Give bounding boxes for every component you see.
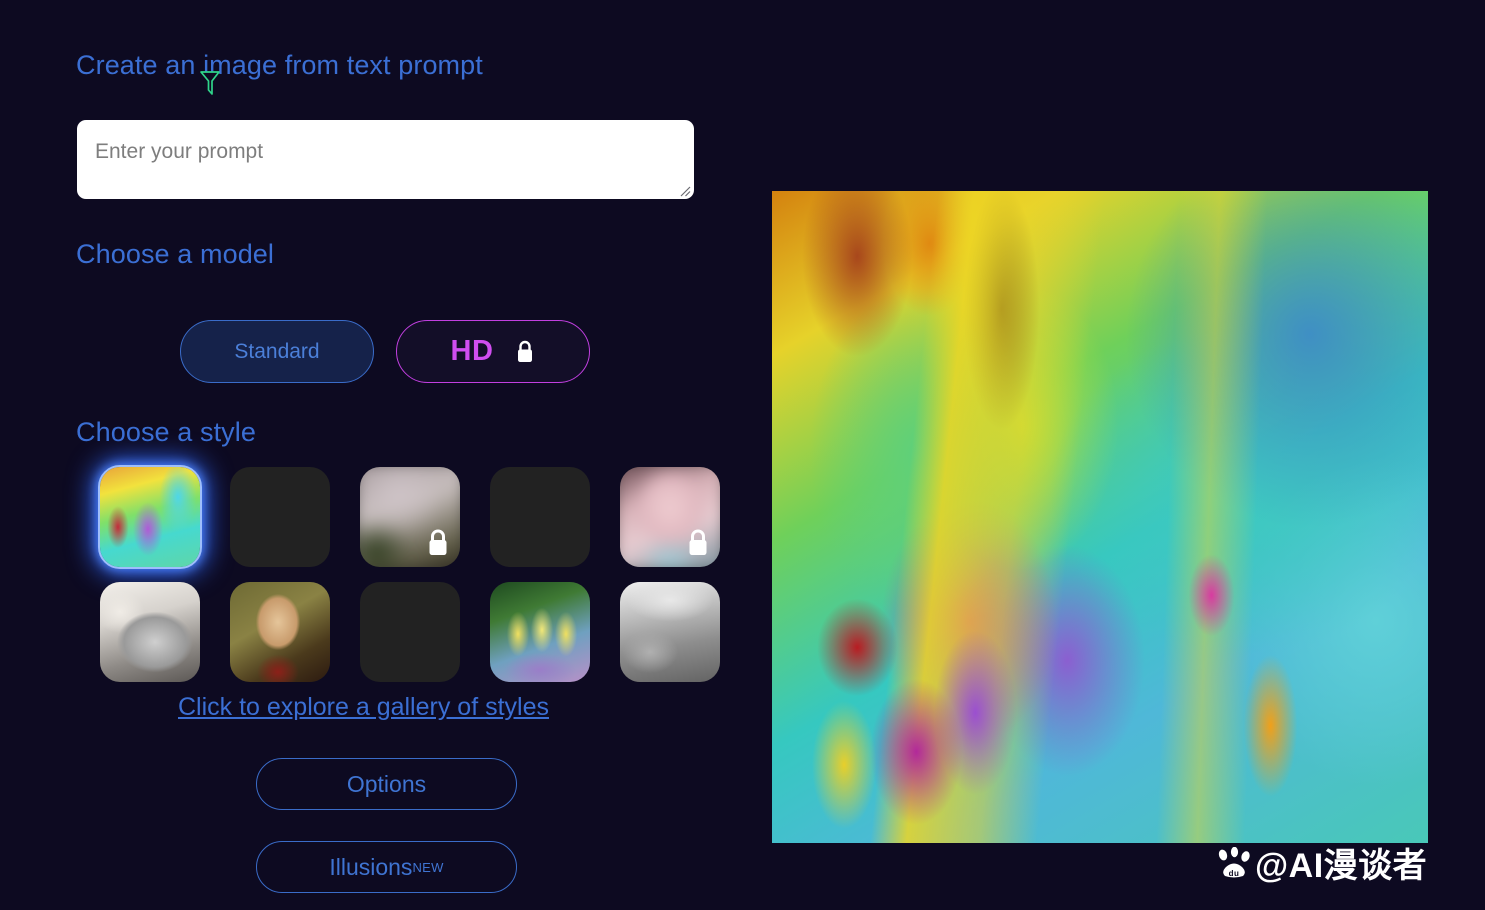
style-thumb-abstract-colorful[interactable]: [98, 465, 202, 569]
style-thumb-panda-photoreal[interactable]: [230, 467, 330, 567]
style-thumb-artwork: [490, 467, 590, 567]
model-option-hd-label: HD: [450, 335, 494, 367]
style-thumb-artwork: [100, 467, 200, 567]
style-thumb-pencil-sketch-car[interactable]: [100, 582, 200, 682]
style-thumb-artwork: [230, 467, 330, 567]
gallery-link[interactable]: Click to explore a gallery of styles: [178, 693, 549, 722]
lock-icon: [689, 529, 707, 555]
style-thumb-floral-still-life[interactable]: [360, 582, 460, 682]
prompt-input-wrapper[interactable]: [77, 120, 694, 199]
model-option-hd[interactable]: HD: [396, 320, 590, 383]
baidu-paw-icon: du: [1218, 846, 1250, 878]
svg-text:du: du: [1229, 869, 1240, 878]
model-option-standard[interactable]: Standard: [180, 320, 374, 383]
page-title: Create an image from text prompt: [76, 50, 483, 80]
style-thumbnail-grid: [98, 465, 720, 682]
generated-result-image: [772, 191, 1428, 843]
cursor-pointer-icon: [200, 71, 220, 95]
style-thumb-artwork: [620, 582, 720, 682]
model-section-title: Choose a model: [76, 239, 275, 269]
style-thumb-artwork: [230, 582, 330, 682]
prompt-input[interactable]: [77, 120, 694, 199]
model-options-row: Standard HD: [180, 320, 590, 383]
watermark: du @AI漫谈者: [1216, 838, 1427, 887]
options-button[interactable]: Options: [256, 758, 517, 810]
illusions-new-badge: NEW: [412, 859, 444, 875]
style-thumb-artwork: [360, 582, 460, 682]
style-thumb-artwork: [100, 582, 200, 682]
style-thumb-blurred-landscape[interactable]: [360, 467, 460, 567]
style-thumb-pencil-cityscape[interactable]: [620, 582, 720, 682]
style-thumb-ballerinas-impressionist[interactable]: [490, 582, 590, 682]
model-option-standard-label: Standard: [234, 339, 320, 363]
watermark-text: @AI漫谈者: [1255, 847, 1428, 885]
style-thumb-renaissance-portrait[interactable]: [230, 582, 330, 682]
illusions-button-label: Illusions: [329, 853, 413, 880]
illusions-button[interactable]: Illusions NEW: [256, 841, 517, 893]
lock-icon: [518, 340, 533, 362]
left-control-panel: Create an image from text prompt Choose …: [0, 0, 740, 910]
style-thumb-cyberpunk-robot[interactable]: [490, 467, 590, 567]
lock-icon: [429, 529, 447, 555]
style-thumb-artwork: [490, 582, 590, 682]
style-thumb-pastel-portrait[interactable]: [620, 467, 720, 567]
style-section-title: Choose a style: [76, 417, 256, 447]
options-button-label: Options: [346, 770, 427, 797]
